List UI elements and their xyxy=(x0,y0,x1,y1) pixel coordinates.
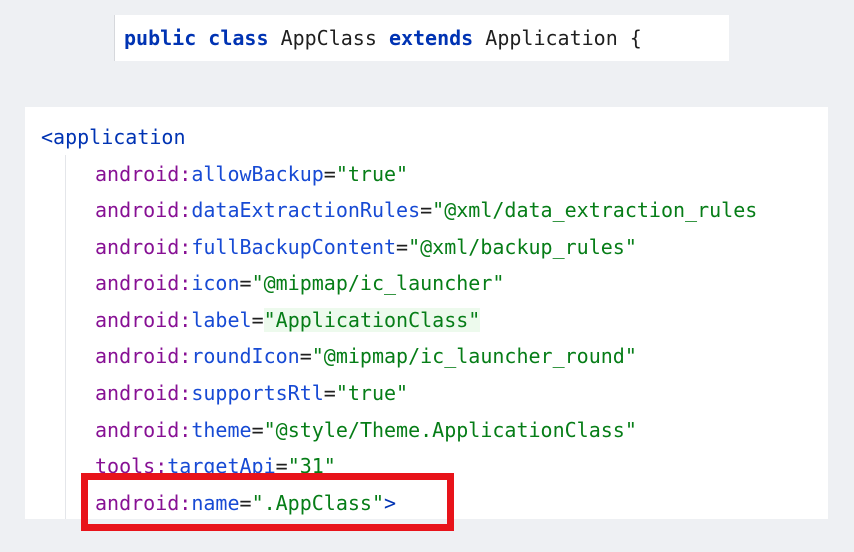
attribute-line-label: android:label="ApplicationClass" xyxy=(95,306,481,334)
attr-value: "@xml/backup_rules" xyxy=(408,235,637,259)
class-declaration-line: public class AppClass extends Applicatio… xyxy=(124,24,642,52)
attr-separator: : xyxy=(179,271,192,295)
attr-name: supportsRtl xyxy=(191,381,324,405)
attr-equals: = xyxy=(323,162,336,186)
application-tag: <application xyxy=(41,125,186,149)
attr-equals: = xyxy=(251,308,264,332)
attr-namespace: android xyxy=(95,308,180,332)
attr-separator: : xyxy=(179,235,192,259)
attribute-line-supportsrtl: android:supportsRtl="true" xyxy=(95,379,408,407)
attr-separator: : xyxy=(179,418,192,442)
attr-value-highlighted: "ApplicationClass" xyxy=(263,308,481,332)
attr-value: "@mipmap/ic_launcher_round" xyxy=(311,344,637,368)
keyword-extends: extends xyxy=(388,26,474,50)
attribute-line-icon: android:icon="@mipmap/ic_launcher" xyxy=(95,269,504,297)
attr-name: roundIcon xyxy=(191,344,300,368)
attr-equals: = xyxy=(396,235,409,259)
attr-separator: : xyxy=(179,308,192,332)
indent-guide xyxy=(65,155,66,519)
attr-equals: = xyxy=(239,271,252,295)
attr-value: "@mipmap/ic_launcher" xyxy=(251,271,505,295)
attr-namespace: android xyxy=(95,418,180,442)
attr-name: dataExtractionRules xyxy=(191,198,421,222)
attr-value: "@xml/data_extraction_rules xyxy=(432,198,758,222)
attr-equals: = xyxy=(420,198,433,222)
attr-value: "@style/Theme.ApplicationClass" xyxy=(263,418,637,442)
attribute-line-dataextractionrules: android:dataExtractionRules="@xml/data_e… xyxy=(95,196,757,224)
attr-namespace: android xyxy=(95,162,180,186)
attr-namespace: android xyxy=(95,198,180,222)
attr-equals: = xyxy=(323,381,336,405)
attr-value: "true" xyxy=(335,381,409,405)
parent-class-name: Application xyxy=(485,26,618,50)
attr-separator: : xyxy=(179,344,192,368)
attr-separator: : xyxy=(179,381,192,405)
attr-namespace: android xyxy=(95,381,180,405)
attr-namespace: android xyxy=(95,235,180,259)
attr-equals: = xyxy=(299,344,312,368)
annotation-highlight-box xyxy=(81,473,454,531)
java-code-panel: public class AppClass extends Applicatio… xyxy=(114,15,729,61)
keyword-class: class xyxy=(208,26,269,50)
class-name: AppClass xyxy=(280,26,377,50)
xml-code-panel: <application android:allowBackup="true" … xyxy=(25,107,828,519)
application-open-tag: <application xyxy=(41,123,186,151)
attr-separator: : xyxy=(179,162,192,186)
attr-equals: = xyxy=(251,418,264,442)
attr-value: "true" xyxy=(335,162,409,186)
attr-name: label xyxy=(191,308,252,332)
keyword-public: public xyxy=(124,26,197,50)
attribute-line-theme: android:theme="@style/Theme.ApplicationC… xyxy=(95,416,637,444)
attribute-line-fullbackupcontent: android:fullBackupContent="@xml/backup_r… xyxy=(95,233,637,261)
attr-name: icon xyxy=(191,271,240,295)
attribute-line-roundicon: android:roundIcon="@mipmap/ic_launcher_r… xyxy=(95,342,637,370)
attr-name: allowBackup xyxy=(191,162,324,186)
attr-name: fullBackupContent xyxy=(191,235,397,259)
attr-namespace: android xyxy=(95,344,180,368)
attr-separator: : xyxy=(179,198,192,222)
open-brace: { xyxy=(629,26,642,50)
attr-namespace: android xyxy=(95,271,180,295)
attribute-line-allowbackup: android:allowBackup="true" xyxy=(95,160,408,188)
attr-name: theme xyxy=(191,418,252,442)
